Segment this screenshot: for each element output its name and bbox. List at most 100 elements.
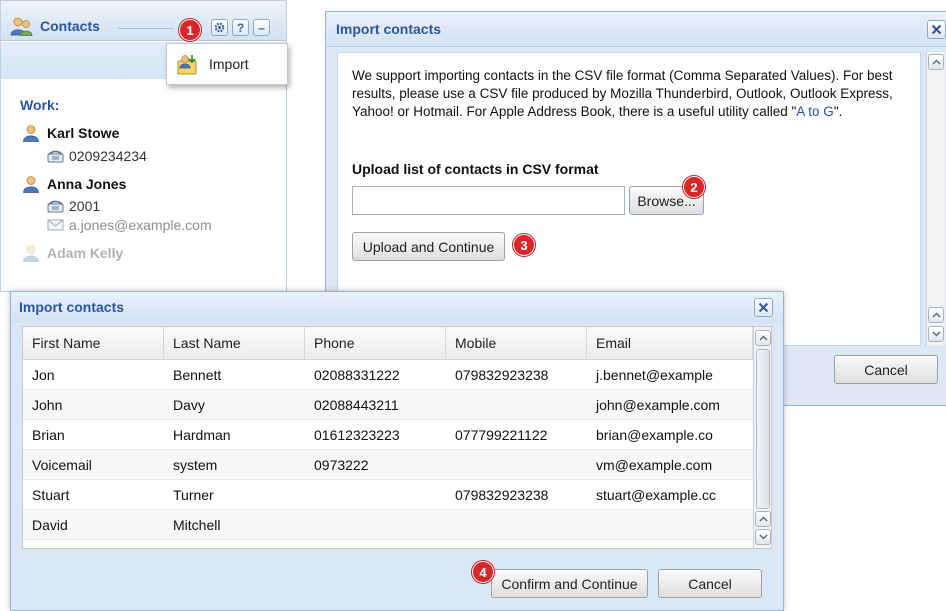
table-cell: 079832923238 bbox=[455, 487, 549, 503]
person-icon bbox=[22, 244, 40, 262]
table-cell: Mitchell bbox=[173, 517, 221, 533]
column-header[interactable]: Email bbox=[587, 327, 753, 360]
dialog-title: Import contacts bbox=[336, 21, 442, 37]
table-row[interactable]: Brian Hardman 01612323223 077799221122 b… bbox=[23, 420, 753, 450]
table-cell: 0973222 bbox=[314, 457, 369, 473]
scroll-up-arrow-lower[interactable] bbox=[928, 307, 944, 323]
dialog-title: Import contacts bbox=[19, 299, 125, 315]
chevron-down-icon bbox=[758, 534, 768, 540]
person-icon bbox=[22, 175, 40, 193]
column-header[interactable]: First Name bbox=[23, 327, 164, 360]
table-cell: Brian B O'Neill@D bbox=[587, 540, 753, 548]
minimize-button[interactable]: – bbox=[253, 19, 270, 36]
import-menu-item[interactable]: Import bbox=[209, 56, 249, 72]
contact-phone: 2001 bbox=[47, 198, 100, 214]
scroll-thumb[interactable] bbox=[756, 349, 770, 509]
phone-number: 0209234234 bbox=[69, 148, 147, 164]
table-row[interactable]: David Mitchell bbox=[23, 510, 753, 540]
column-header[interactable]: Phone bbox=[305, 327, 446, 360]
table-cell: Bennett bbox=[173, 367, 222, 383]
table-cell bbox=[305, 480, 446, 509]
person-icon bbox=[22, 124, 40, 142]
help-button[interactable]: ? bbox=[232, 19, 249, 36]
email-address: a.jones@example.com bbox=[69, 217, 212, 233]
upload-continue-button[interactable]: Upload and Continue bbox=[352, 232, 505, 261]
table-cell bbox=[587, 510, 753, 539]
settings-button[interactable] bbox=[211, 19, 228, 36]
close-button[interactable] bbox=[927, 20, 946, 39]
table-row[interactable]: Voicemail system 0973222 vm@example.com bbox=[23, 450, 753, 480]
step-badge-3: 3 bbox=[513, 234, 535, 256]
table-cell bbox=[305, 540, 446, 548]
step-badge-2: 2 bbox=[683, 176, 705, 198]
scroll-up-arrow-lower[interactable] bbox=[755, 511, 771, 527]
chevron-up-icon bbox=[931, 59, 941, 65]
intro-text: We support importing contacts in the CSV… bbox=[352, 67, 914, 121]
table-cell: 02088443211 bbox=[314, 397, 399, 413]
minimize-icon: – bbox=[258, 20, 265, 35]
scroll-down-arrow[interactable] bbox=[928, 326, 944, 342]
phone-number: 2001 bbox=[69, 198, 101, 214]
table-cell bbox=[164, 540, 305, 548]
title-divider bbox=[118, 28, 173, 29]
chevron-up-icon bbox=[758, 335, 768, 341]
column-header[interactable]: Last Name bbox=[164, 327, 305, 360]
scroll-down-arrow[interactable] bbox=[755, 529, 771, 545]
table-cell: 01612323223 bbox=[314, 427, 400, 443]
close-icon bbox=[758, 302, 769, 313]
table-cell: vm@example.com bbox=[596, 457, 713, 473]
table-vertical-scrollbar[interactable] bbox=[753, 327, 771, 548]
table-cell: system bbox=[173, 457, 218, 473]
csv-file-input[interactable] bbox=[352, 186, 625, 215]
contact-email[interactable]: a.jones@example.com bbox=[47, 217, 212, 233]
chevron-up-icon bbox=[758, 516, 768, 522]
table-cell: David bbox=[32, 517, 68, 533]
table-cell: Stuart bbox=[32, 487, 70, 503]
contact-item[interactable]: Karl Stowe bbox=[22, 124, 119, 142]
table-row[interactable]: Brian B O'Neill Brian B O'Neill@D bbox=[23, 540, 753, 548]
table-cell: john@example.com bbox=[596, 397, 720, 413]
help-icon: ? bbox=[236, 20, 245, 35]
contact-item[interactable]: Anna Jones bbox=[22, 175, 126, 193]
close-button[interactable] bbox=[754, 298, 773, 317]
phone-icon bbox=[47, 200, 64, 213]
contacts-preview-table: First Name Last Name Phone Mobile Email … bbox=[22, 326, 772, 549]
upload-label: Upload list of contacts in CSV format bbox=[352, 161, 599, 177]
confirm-continue-button[interactable]: Confirm and Continue bbox=[491, 569, 648, 598]
contacts-title-group: Contacts bbox=[10, 16, 100, 36]
a-to-g-link[interactable]: A to G bbox=[796, 104, 834, 119]
phone-icon bbox=[47, 150, 64, 163]
intro-text-end: ". bbox=[833, 104, 843, 119]
vertical-scrollbar[interactable] bbox=[926, 52, 945, 346]
scroll-up-arrow[interactable] bbox=[928, 54, 944, 70]
import-dialog-titlebar: Import contacts bbox=[326, 12, 946, 47]
table-cell bbox=[446, 540, 587, 548]
work-group-label: Work: bbox=[20, 97, 60, 113]
import-icon bbox=[176, 53, 198, 75]
contacts-title: Contacts bbox=[40, 18, 100, 34]
table-cell: j.bennet@example bbox=[596, 367, 713, 383]
gear-icon bbox=[214, 22, 225, 33]
contact-item[interactable]: Adam Kelly bbox=[22, 244, 123, 262]
import-menu: Import bbox=[166, 43, 288, 85]
confirm-cancel-button[interactable]: Cancel bbox=[658, 569, 762, 598]
table-cell: Voicemail bbox=[32, 457, 92, 473]
envelope-icon bbox=[47, 219, 64, 231]
confirm-dialog-titlebar: Import contacts bbox=[11, 292, 783, 323]
table-cell: Brian B O'Neill bbox=[23, 540, 164, 548]
table-row[interactable]: Stuart Turner 079832923238 stuart@exampl… bbox=[23, 480, 753, 510]
table-cell: brian@example.co bbox=[596, 427, 713, 443]
table-row[interactable]: John Davy 02088443211 john@example.com bbox=[23, 390, 753, 420]
table-row[interactable]: Jon Bennett 02088331222 079832923238 j.b… bbox=[23, 360, 753, 390]
table-cell: Davy bbox=[173, 397, 205, 413]
table-cell bbox=[446, 450, 587, 479]
scroll-up-arrow[interactable] bbox=[755, 330, 771, 346]
table-cell: 02088331222 bbox=[314, 367, 400, 383]
table-cell bbox=[305, 510, 446, 539]
chevron-down-icon bbox=[931, 331, 941, 337]
table-cell bbox=[446, 390, 587, 419]
contact-name: Adam Kelly bbox=[47, 245, 124, 261]
contact-name: Karl Stowe bbox=[47, 125, 120, 141]
column-header[interactable]: Mobile bbox=[446, 327, 587, 360]
import-cancel-button[interactable]: Cancel bbox=[834, 355, 938, 384]
